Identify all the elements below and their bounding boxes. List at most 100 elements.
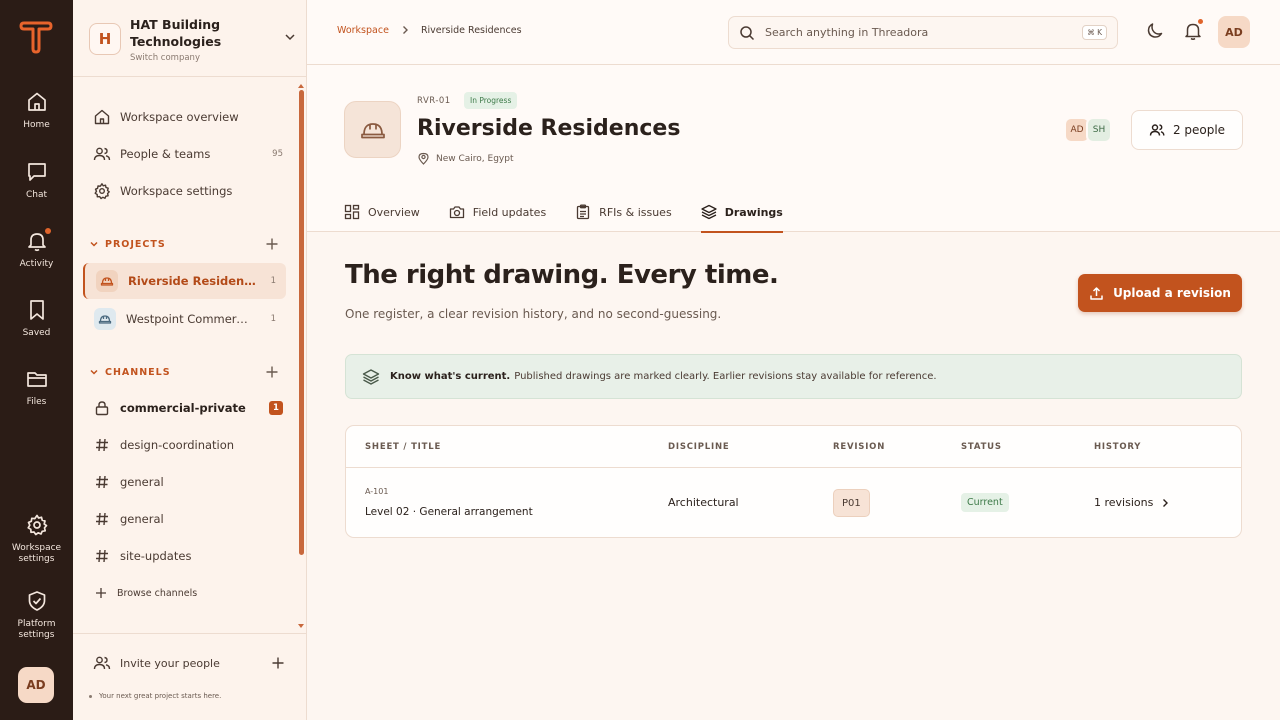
member-avatars[interactable]: AD SH <box>1064 117 1112 143</box>
sheet-code: A-101 <box>365 487 389 496</box>
chevron-down-icon <box>89 239 99 249</box>
rail-label: Workspace settings <box>11 543 62 564</box>
sidebar-scrollbar[interactable] <box>298 84 304 629</box>
moon-icon[interactable] <box>1144 20 1166 42</box>
browse-channels-link[interactable]: Browse channels <box>93 585 197 601</box>
bookmark-icon <box>25 298 49 322</box>
divider <box>73 633 306 634</box>
upload-revision-button[interactable]: Upload a revision <box>1078 274 1242 312</box>
user-avatar[interactable]: AD <box>18 667 54 703</box>
scrollbar-thumb[interactable] <box>299 90 304 555</box>
channel-label: general <box>120 512 164 526</box>
rail-activity[interactable]: Activity <box>0 228 73 270</box>
folder-icon <box>25 367 49 391</box>
nav-workspace-overview[interactable]: Workspace overview <box>93 105 283 129</box>
history-link[interactable]: 1 revisions <box>1094 496 1171 509</box>
project-header: RVR-01 In Progress Riverside Residences … <box>307 65 1280 233</box>
rail-label: Activity <box>19 259 54 269</box>
rail-chat[interactable]: Chat <box>0 160 73 201</box>
add-channel-icon[interactable] <box>265 365 279 379</box>
home-icon <box>25 90 49 114</box>
info-banner: Know what's current. Published drawings … <box>345 354 1242 399</box>
home-icon <box>93 108 111 126</box>
channel-item[interactable]: design-coordination <box>93 434 283 456</box>
channel-item[interactable]: site-updates <box>93 545 283 567</box>
rail-label: Platform settings <box>17 619 56 640</box>
channel-item[interactable]: commercial-private 1 <box>93 397 283 419</box>
chevron-right-icon <box>399 24 411 36</box>
users-icon <box>1149 122 1165 138</box>
user-avatar[interactable]: AD <box>1218 16 1250 48</box>
rail-home[interactable]: Home <box>0 90 73 131</box>
project-label: Riverside Residences <box>128 274 258 288</box>
tab-drawings[interactable]: Drawings <box>700 192 784 233</box>
global-search[interactable]: ⌘ K <box>728 16 1118 49</box>
company-badge: H <box>89 23 121 55</box>
revision-badge: P01 <box>833 489 870 517</box>
hash-icon <box>93 510 111 528</box>
hash-icon <box>93 436 111 454</box>
users-icon <box>93 145 111 163</box>
column-header: REVISION <box>833 442 886 452</box>
rail-workspace-settings[interactable]: Workspace settings <box>0 513 73 565</box>
channels-section-header[interactable]: CHANNELS <box>89 364 279 380</box>
rail-label: Home <box>23 120 50 130</box>
search-input[interactable] <box>765 26 1083 39</box>
table-row[interactable]: A-101 Level 02 · General arrangement Arc… <box>346 469 1241 537</box>
rail-label: Saved <box>22 328 51 338</box>
discipline: Architectural <box>668 496 739 509</box>
breadcrumb-workspace[interactable]: Workspace <box>337 25 389 36</box>
tab-rfis-issues[interactable]: RFIs & issues <box>575 192 672 232</box>
channel-item[interactable]: general <box>93 471 283 493</box>
project-item-westpoint[interactable]: Westpoint Commercial Hub 1 <box>83 301 286 337</box>
company-switcher[interactable]: H HAT Building Technologies Switch compa… <box>89 16 297 66</box>
nav-workspace-settings[interactable]: Workspace settings <box>93 179 283 203</box>
rail-files[interactable]: Files <box>0 367 73 408</box>
status-badge: Current <box>961 493 1009 512</box>
rail-label: Files <box>26 397 47 407</box>
layers-icon <box>701 204 717 220</box>
hash-icon <box>93 473 111 491</box>
shield-check-icon <box>25 589 49 613</box>
drawings-heading: The right drawing. Every time. <box>345 260 779 290</box>
chat-icon <box>25 160 49 184</box>
drawings-subheading: One register, a clear revision history, … <box>345 307 722 321</box>
switch-company-label: Switch company <box>130 53 200 63</box>
shortcut-hint: ⌘ K <box>1082 25 1107 40</box>
clipboard-icon <box>575 204 591 220</box>
hard-hat-icon <box>94 308 116 330</box>
tab-overview[interactable]: Overview <box>344 192 420 232</box>
scroll-down-arrow[interactable] <box>298 624 304 628</box>
threadora-logo-icon[interactable] <box>18 20 54 54</box>
notification-dot <box>1198 19 1203 24</box>
invite-people-button[interactable]: Invite your people <box>93 652 285 674</box>
app-rail: Home Chat Activity Saved Files Workspace… <box>0 0 73 720</box>
projects-section-header[interactable]: PROJECTS <box>89 236 279 252</box>
status-badge: In Progress <box>464 92 518 109</box>
project-count: 1 <box>270 276 276 286</box>
bell-icon[interactable] <box>1182 19 1204 42</box>
column-header: SHEET / TITLE <box>365 442 442 452</box>
company-name: HAT Building Technologies <box>130 17 222 49</box>
scroll-up-arrow[interactable] <box>298 84 304 88</box>
upload-label: Upload a revision <box>1113 286 1231 300</box>
banner-title: Know what's current. <box>390 371 511 382</box>
camera-icon <box>449 204 465 220</box>
project-item-riverside[interactable]: Riverside Residences 1 <box>83 263 286 299</box>
location-text: New Cairo, Egypt <box>436 153 514 164</box>
people-button[interactable]: 2 people <box>1131 110 1243 150</box>
channel-label: site-updates <box>120 549 192 563</box>
hard-hat-icon <box>96 270 118 292</box>
chevron-down-icon <box>283 30 297 44</box>
add-project-icon[interactable] <box>265 237 279 251</box>
gear-icon <box>93 182 111 200</box>
channel-item[interactable]: general <box>93 508 283 530</box>
channel-label: design-coordination <box>120 438 235 452</box>
plus-icon <box>271 656 285 670</box>
divider <box>73 76 306 77</box>
rail-platform-settings[interactable]: Platform settings <box>0 589 73 641</box>
tab-field-updates[interactable]: Field updates <box>449 192 546 232</box>
nav-people-teams[interactable]: People & teams 95 <box>93 142 283 166</box>
rail-saved[interactable]: Saved <box>0 298 73 339</box>
tagline-text: Your next great project starts here. <box>99 692 222 700</box>
